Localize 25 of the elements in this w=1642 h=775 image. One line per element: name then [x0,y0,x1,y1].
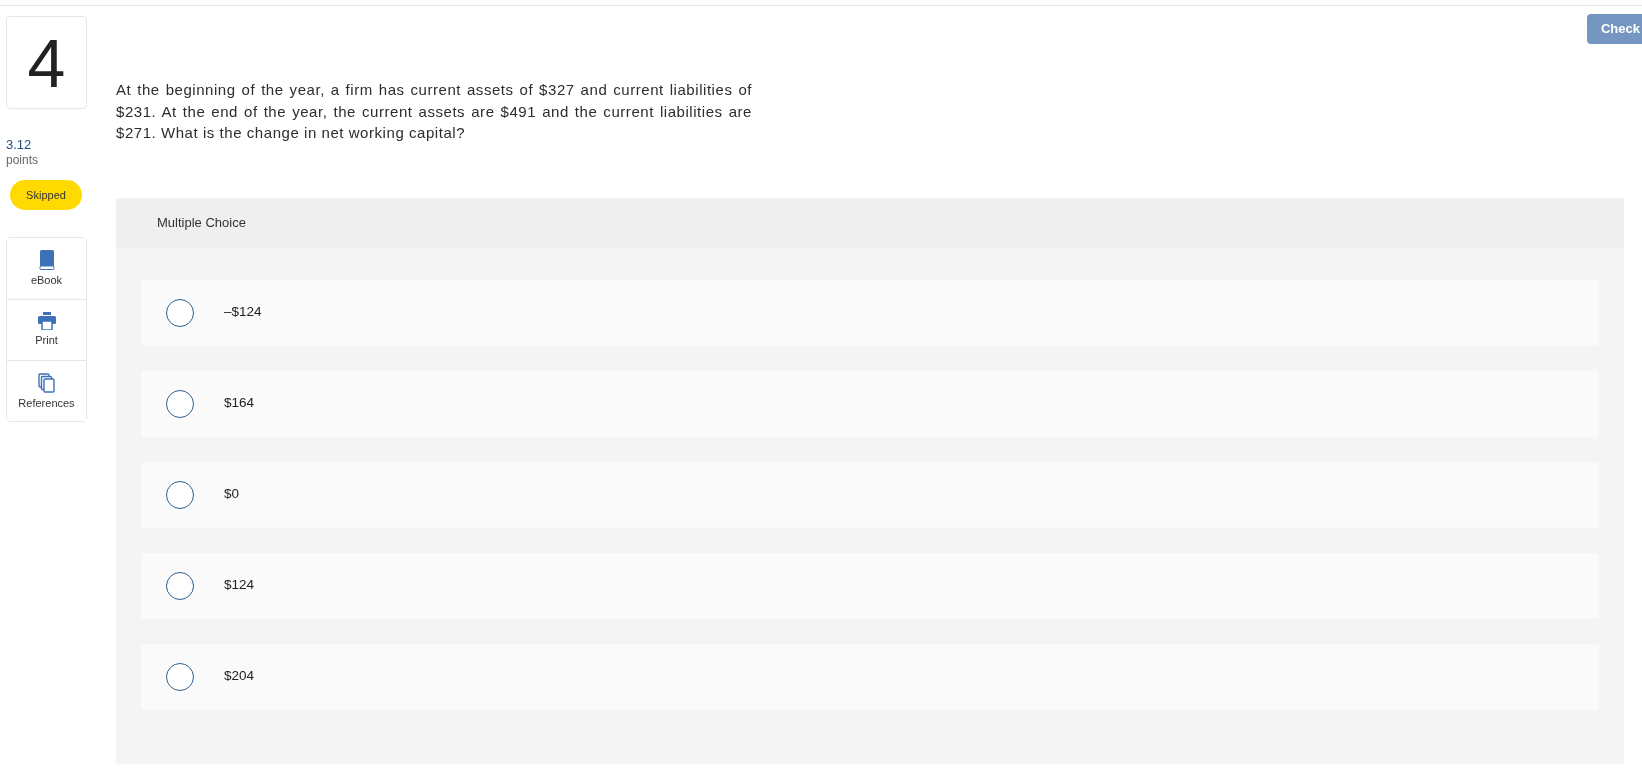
option-label: –$124 [224,303,262,322]
answer-option[interactable]: $164 [141,370,1599,437]
radio-button[interactable] [166,662,194,691]
option-label: $204 [224,667,255,686]
references-button[interactable]: References [7,360,86,421]
option-label: $0 [224,485,240,504]
book-icon [38,250,55,270]
radio-button[interactable] [166,298,194,327]
answer-type-label: Multiple Choice [157,213,246,232]
radio-button[interactable] [166,571,194,600]
status-badge: Skipped [10,180,82,210]
question-number: 4 [27,28,66,97]
points-label: points [6,153,40,168]
answer-option[interactable]: –$124 [141,279,1599,346]
answer-option[interactable]: $124 [141,552,1599,619]
answer-option[interactable]: $204 [141,643,1599,710]
pages-icon [38,373,55,393]
question-text: At the beginning of the year, a firm has current assets of $327 and current liabilities of $231. At the end of the year, the current assets are $491 and the current liabilities are $271. What is the change in net working capital? [116,80,752,143]
radio-button[interactable] [166,480,194,509]
answer-option[interactable]: $0 [141,461,1599,528]
printer-icon [37,312,56,330]
points-value: 3.12 [6,137,33,153]
option-label: $124 [224,576,255,595]
radio-button[interactable] [166,389,194,418]
option-label: $164 [224,394,255,413]
